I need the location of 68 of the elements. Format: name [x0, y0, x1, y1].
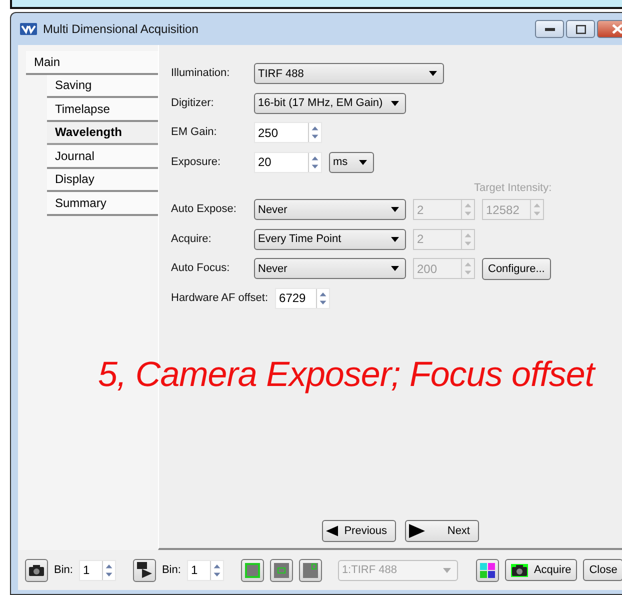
field-label: Hardware AF offset: — [171, 292, 268, 305]
field-label: Target Intensity: — [474, 182, 552, 195]
minimize-button[interactable] — [535, 20, 564, 38]
maximize-icon — [576, 24, 586, 34]
center-roi-button[interactable] — [270, 558, 293, 582]
caret-icon — [391, 100, 399, 106]
sidebar-item[interactable]: Wavelength — [47, 122, 158, 145]
configure-button[interactable]: Configure... — [482, 258, 551, 280]
spin-arrows-icon[interactable] — [308, 152, 321, 172]
color-grid-icon — [480, 562, 495, 578]
field-label: Auto Expose: — [171, 203, 238, 216]
sidebar-item[interactable]: Main — [26, 51, 158, 74]
annotation-text: 5, Camera Exposer; Focus offset — [98, 355, 594, 395]
sidebar-item[interactable]: Saving — [47, 74, 158, 98]
sidebar-item[interactable]: Timelapse — [47, 98, 158, 122]
camera-icon — [512, 564, 527, 576]
field-label: Acquire: — [171, 232, 212, 246]
sidebar-item[interactable]: Display — [47, 168, 158, 192]
spinner-field[interactable]: 6729 — [275, 288, 330, 309]
sidebar-item[interactable]: Journal — [47, 145, 158, 168]
full-frame-icon — [244, 562, 260, 578]
spinner-field[interactable]: 250 — [254, 122, 322, 144]
spin-arrows-icon[interactable] — [210, 560, 223, 580]
sidebar-item[interactable]: Summary — [47, 192, 158, 216]
spinner-field[interactable]: 20 — [254, 152, 322, 173]
corner-frame-icon — [302, 562, 318, 578]
dropdown[interactable]: Every Time Point — [254, 228, 406, 250]
close-icon — [612, 24, 622, 34]
dropdown[interactable]: 16-bit (17 MHz, EM Gain) — [254, 92, 406, 114]
close-button[interactable]: Close — [583, 559, 622, 581]
field-label: Exposure: — [171, 156, 222, 169]
app-logo-icon — [20, 23, 37, 35]
caret-icon — [442, 568, 451, 572]
full-roi-button[interactable] — [240, 558, 264, 582]
next-button[interactable]: Next — [405, 520, 479, 542]
dropdown[interactable]: Never — [254, 199, 406, 220]
right-arrow-icon — [409, 524, 425, 538]
dropdown[interactable]: TIRF 488 — [254, 63, 444, 84]
camera-icon — [29, 564, 44, 576]
minimize-icon — [544, 28, 554, 30]
field-label: Illumination: — [171, 67, 231, 80]
dropdown[interactable]: ms — [329, 152, 374, 173]
field-label: Auto Focus: — [171, 262, 231, 276]
maximize-button[interactable] — [566, 20, 595, 38]
color-grid-button[interactable] — [476, 558, 499, 582]
caret-icon — [391, 207, 399, 212]
left-arrow-icon — [326, 524, 338, 538]
caret-icon — [429, 71, 437, 76]
caret-icon — [391, 266, 399, 272]
caret-icon — [359, 160, 367, 165]
spin-arrows-icon[interactable] — [308, 123, 321, 142]
previous-button[interactable]: Previous — [322, 520, 396, 542]
bin-label: Bin: — [162, 564, 181, 576]
spin-arrows-icon[interactable] — [102, 560, 115, 580]
caret-icon — [391, 236, 399, 242]
center-frame-icon — [274, 562, 289, 578]
snap-button[interactable] — [25, 558, 48, 582]
acquire-button[interactable]: Acquire — [504, 559, 578, 581]
spinner-field[interactable]: 1 — [186, 560, 224, 580]
bin-label: Bin: — [54, 564, 73, 576]
live-button[interactable] — [132, 558, 156, 582]
spinner-field[interactable]: 1 — [78, 560, 116, 580]
field-label: Digitizer: — [171, 96, 215, 110]
field-label: EM Gain: — [171, 126, 218, 140]
dropdown[interactable]: Never — [254, 258, 406, 280]
window-title: Multi Dimensional Acquisition — [43, 22, 198, 36]
camera-play-icon — [136, 562, 152, 578]
corner-roi-button[interactable] — [298, 558, 322, 582]
